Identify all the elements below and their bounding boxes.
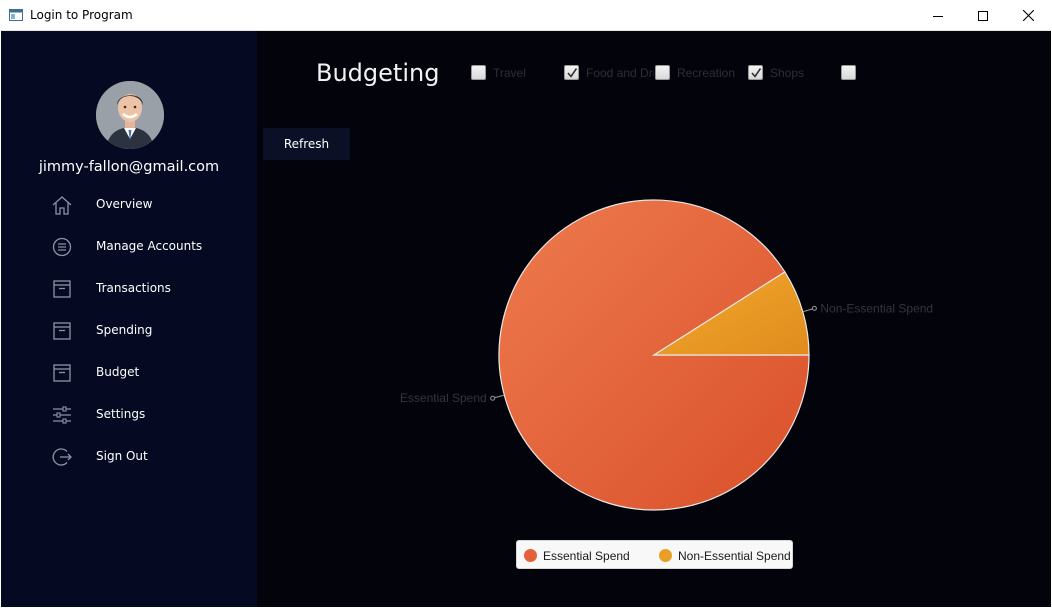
sidebar-item-settings[interactable]: Settings xyxy=(1,395,257,437)
pie-slice-label: Non-Essential Spend xyxy=(820,301,933,315)
maximize-icon xyxy=(978,10,988,21)
sidebar-item-label: Transactions xyxy=(96,281,171,295)
user-email: jimmy-fallon@gmail.com xyxy=(38,159,220,175)
maximize-button[interactable] xyxy=(960,0,1006,31)
archive-icon xyxy=(53,280,71,298)
sidebar-item-label: Manage Accounts xyxy=(96,239,203,253)
list-circle-icon xyxy=(52,237,72,257)
chart-legend: Essential Spend Non-Essential Spend xyxy=(516,540,793,569)
avatar xyxy=(96,81,164,149)
sidebar-nav: Overview Manage Accounts Transactions Sp… xyxy=(1,185,257,479)
label-leader-dot xyxy=(490,395,496,401)
sidebar-item-transactions[interactable]: Transactions xyxy=(1,269,257,311)
legend-label: Essential Spend xyxy=(543,549,630,563)
main-panel: Budgeting Travel Food and Dri Recreation… xyxy=(257,31,1051,607)
legend-swatch xyxy=(524,549,537,562)
sidebar-item-label: Budget xyxy=(96,365,140,379)
sidebar-item-sign-out[interactable]: Sign Out xyxy=(1,437,257,479)
home-icon xyxy=(52,196,72,215)
close-button[interactable] xyxy=(1005,0,1051,31)
sidebar: jimmy-fallon@gmail.com Overview Manage A… xyxy=(1,31,257,607)
app-icon xyxy=(9,9,23,21)
sidebar-item-spending[interactable]: Spending xyxy=(1,311,257,353)
pie-chart: Essential Spend Non-Essential Spend xyxy=(400,199,933,511)
sidebar-item-label: Sign Out xyxy=(96,449,148,463)
minimize-button[interactable] xyxy=(915,0,961,31)
label-leader-dot xyxy=(811,305,817,311)
archive-icon xyxy=(53,364,71,382)
window-title-bar: Login to Program xyxy=(0,0,1052,31)
window-title: Login to Program xyxy=(30,8,133,22)
sidebar-item-manage-accounts[interactable]: Manage Accounts xyxy=(1,227,257,269)
minimize-icon xyxy=(933,15,943,17)
sidebar-item-label: Settings xyxy=(96,407,146,421)
archive-icon xyxy=(53,322,71,340)
sidebar-item-overview[interactable]: Overview xyxy=(1,185,257,227)
close-icon xyxy=(1022,10,1034,21)
legend-label: Non-Essential Spend xyxy=(678,549,791,563)
sidebar-item-label: Overview xyxy=(96,197,153,211)
sidebar-item-label: Spending xyxy=(96,323,153,337)
pie-slice-label: Essential Spend xyxy=(400,391,487,405)
legend-swatch xyxy=(659,549,672,562)
sliders-icon xyxy=(53,406,71,424)
sidebar-item-budget[interactable]: Budget xyxy=(1,353,257,395)
sign-out-icon xyxy=(52,448,72,466)
